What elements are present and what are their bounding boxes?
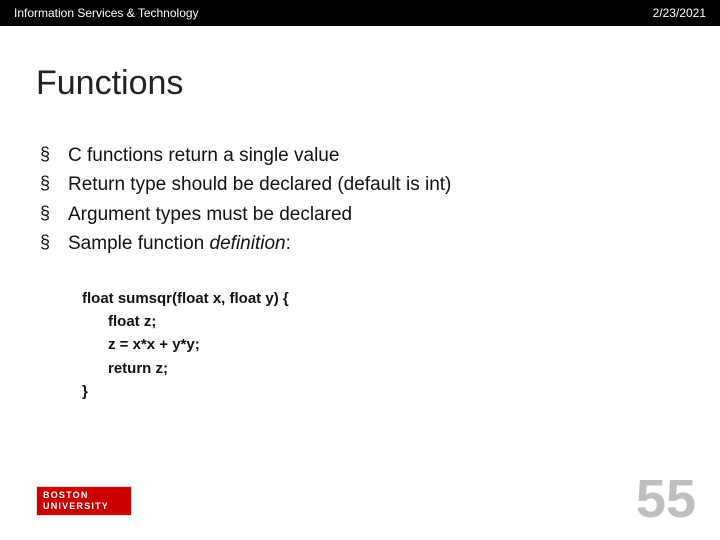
bullet-item: Sample function definition: — [40, 229, 684, 258]
bullet4-italic: definition — [210, 233, 286, 254]
code-sample: float sumsqr(float x, float y) { float z… — [82, 287, 684, 403]
page-title: Functions — [36, 64, 684, 103]
logo-line1: BOSTON — [43, 490, 131, 501]
code-line: z = x*x + y*y; — [82, 333, 684, 356]
header-left: Information Services & Technology — [14, 6, 199, 20]
code-line: float sumsqr(float x, float y) { — [82, 287, 684, 310]
page-number: 55 — [636, 468, 696, 530]
bullet4-prefix: Sample function — [68, 233, 210, 254]
logo-line2: UNIVERSITY — [43, 501, 131, 512]
bullet4-suffix: : — [286, 233, 291, 254]
code-line: return z; — [82, 357, 684, 380]
header-bar: Information Services & Technology 2/23/2… — [0, 0, 720, 26]
code-line: float z; — [82, 310, 684, 333]
bullet-item: C functions return a single value — [40, 141, 684, 170]
bullet-list: C functions return a single value Return… — [40, 141, 684, 259]
bullet-item: Return type should be declared (default … — [40, 170, 684, 199]
bu-logo: BOSTON UNIVERSITY — [36, 486, 132, 516]
bullet-item: Argument types must be declared — [40, 200, 684, 229]
code-line: } — [82, 380, 684, 403]
slide-content: Functions C functions return a single va… — [0, 26, 720, 403]
header-date: 2/23/2021 — [653, 6, 706, 20]
